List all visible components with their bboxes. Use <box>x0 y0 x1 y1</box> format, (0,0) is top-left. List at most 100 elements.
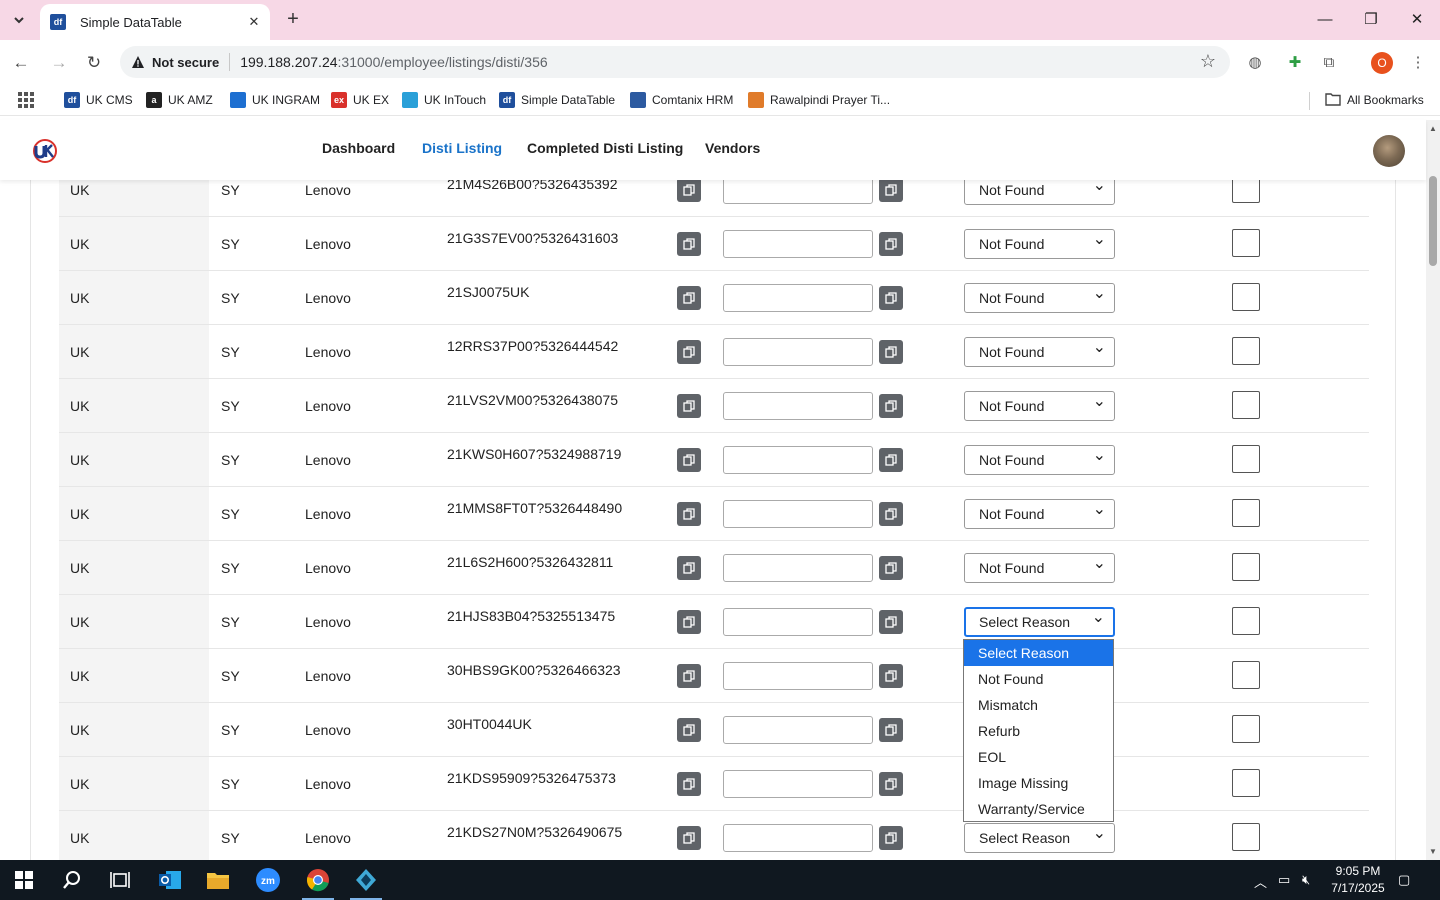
row-checkbox[interactable] <box>1232 715 1260 743</box>
copy-icon[interactable] <box>677 502 701 526</box>
bookmark-item[interactable]: Comtanix HRM <box>630 90 733 110</box>
reload-icon[interactable]: ↻ <box>81 50 107 76</box>
paste-icon[interactable] <box>879 718 903 742</box>
row-checkbox[interactable] <box>1232 229 1260 257</box>
paste-icon[interactable] <box>879 772 903 796</box>
row-checkbox[interactable] <box>1232 180 1260 203</box>
row-checkbox[interactable] <box>1232 445 1260 473</box>
reason-select[interactable]: Select Reason ⌄ <box>964 823 1115 853</box>
dropdown-option[interactable]: Not Found <box>964 666 1113 692</box>
copy-icon[interactable] <box>677 556 701 580</box>
value-input[interactable] <box>723 338 873 366</box>
browser-tab[interactable]: df Simple DataTable ✕ <box>40 4 270 40</box>
notifications-icon[interactable]: ▢ <box>1398 872 1410 888</box>
reason-select[interactable]: Select Reason ⌄ <box>964 607 1115 637</box>
tab-close-icon[interactable]: ✕ <box>244 12 264 32</box>
paste-icon[interactable] <box>879 502 903 526</box>
forward-icon[interactable]: → <box>46 50 72 76</box>
copy-icon[interactable] <box>677 610 701 634</box>
paste-icon[interactable] <box>879 340 903 364</box>
window-close-icon[interactable]: ✕ <box>1394 6 1440 34</box>
value-input[interactable] <box>723 500 873 528</box>
tray-chevron-icon[interactable]: ︿ <box>1254 872 1267 891</box>
new-tab-button[interactable]: + <box>282 8 304 32</box>
paste-icon[interactable] <box>879 664 903 688</box>
copy-icon[interactable] <box>677 232 701 256</box>
paste-icon[interactable] <box>879 448 903 472</box>
file-explorer-icon[interactable] <box>194 860 242 900</box>
paste-icon[interactable] <box>879 556 903 580</box>
row-checkbox[interactable] <box>1232 661 1260 689</box>
nav-dashboard[interactable]: Dashboard <box>322 140 395 156</box>
user-avatar[interactable] <box>1373 135 1405 167</box>
outlook-icon[interactable] <box>146 860 194 900</box>
all-bookmarks[interactable]: All Bookmarks <box>1325 90 1424 110</box>
dropdown-option[interactable]: Warranty/Service <box>964 796 1113 822</box>
paste-icon[interactable] <box>879 180 903 202</box>
address-bar[interactable]: Not secure 199.188.207.24:31000/employee… <box>120 46 1230 78</box>
copy-icon[interactable] <box>677 340 701 364</box>
chrome-icon[interactable] <box>294 860 342 900</box>
value-input[interactable] <box>723 770 873 798</box>
value-input[interactable] <box>723 230 873 258</box>
copy-icon[interactable] <box>677 180 701 202</box>
bookmark-item[interactable]: UK INGRAM <box>230 90 320 110</box>
bookmark-item[interactable]: a UK AMZ <box>146 90 213 110</box>
dropdown-option[interactable]: Refurb <box>964 718 1113 744</box>
nav-disti-listing[interactable]: Disti Listing <box>422 140 502 156</box>
nav-vendors[interactable]: Vendors <box>705 140 760 156</box>
scroll-up-icon[interactable]: ▲ <box>1429 124 1437 133</box>
row-checkbox[interactable] <box>1232 391 1260 419</box>
copy-icon[interactable] <box>677 664 701 688</box>
paste-icon[interactable] <box>879 610 903 634</box>
copy-icon[interactable] <box>677 718 701 742</box>
value-input[interactable] <box>723 554 873 582</box>
minimize-icon[interactable]: — <box>1302 6 1348 34</box>
restore-icon[interactable]: ❐ <box>1348 6 1394 34</box>
row-checkbox[interactable] <box>1232 607 1260 635</box>
menu-kebab-icon[interactable]: ⋮ <box>1407 52 1429 74</box>
reason-select[interactable]: Not Found ⌄ <box>964 445 1115 475</box>
reason-select[interactable]: Not Found ⌄ <box>964 499 1115 529</box>
paste-icon[interactable] <box>879 826 903 850</box>
search-icon[interactable] <box>48 860 96 900</box>
value-input[interactable] <box>723 392 873 420</box>
reason-select[interactable]: Not Found ⌄ <box>964 180 1115 205</box>
row-checkbox[interactable] <box>1232 283 1260 311</box>
paste-icon[interactable] <box>879 286 903 310</box>
bookmark-item[interactable]: ex UK EX <box>331 90 389 110</box>
page-scrollbar[interactable]: ▲ ▼ <box>1426 120 1440 860</box>
value-input[interactable] <box>723 608 873 636</box>
bookmark-item[interactable]: df UK CMS <box>64 90 133 110</box>
row-checkbox[interactable] <box>1232 337 1260 365</box>
copy-icon[interactable] <box>677 826 701 850</box>
windows-start-icon[interactable] <box>0 860 48 900</box>
dropdown-option[interactable]: Select Reason <box>964 640 1113 666</box>
value-input[interactable] <box>723 180 873 204</box>
value-input[interactable] <box>723 716 873 744</box>
copy-icon[interactable] <box>677 286 701 310</box>
extension-plus-icon[interactable]: ✚ <box>1284 52 1306 74</box>
value-input[interactable] <box>723 446 873 474</box>
dropdown-option[interactable]: Mismatch <box>964 692 1113 718</box>
bookmark-item[interactable]: UK InTouch <box>402 90 486 110</box>
bookmark-star-icon[interactable]: ☆ <box>1200 51 1216 72</box>
taskbar-clock[interactable]: 9:05 PM 7/17/2025 <box>1320 863 1396 897</box>
scrollbar-thumb[interactable] <box>1429 176 1437 266</box>
row-checkbox[interactable] <box>1232 823 1260 851</box>
bookmark-item[interactable]: df Simple DataTable <box>499 90 615 110</box>
apps-grid-icon[interactable] <box>18 92 34 108</box>
value-input[interactable] <box>723 284 873 312</box>
reason-select[interactable]: Not Found ⌄ <box>964 283 1115 313</box>
security-label[interactable]: Not secure <box>152 55 219 70</box>
reason-select[interactable]: Not Found ⌄ <box>964 229 1115 259</box>
nav-completed-disti-listing[interactable]: Completed Disti Listing <box>527 140 683 156</box>
uk-logo[interactable] <box>32 138 58 164</box>
translate-icon[interactable]: ◍ <box>1244 52 1266 74</box>
copy-icon[interactable] <box>677 772 701 796</box>
row-checkbox[interactable] <box>1232 769 1260 797</box>
volume-muted-icon[interactable]: 🔇︎ <box>1302 872 1310 888</box>
row-checkbox[interactable] <box>1232 499 1260 527</box>
row-checkbox[interactable] <box>1232 553 1260 581</box>
dropdown-option[interactable]: EOL <box>964 744 1113 770</box>
